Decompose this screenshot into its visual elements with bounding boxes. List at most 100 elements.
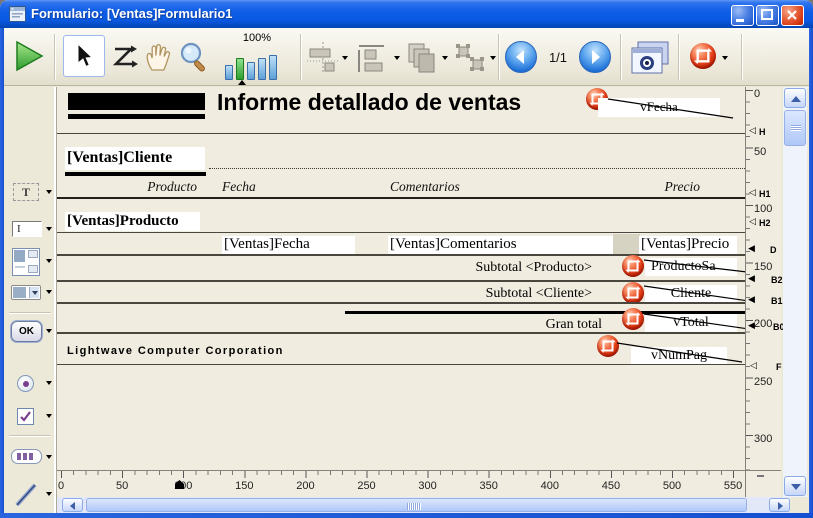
listbox-tool-dropdown-arrow[interactable]	[46, 259, 52, 263]
form-editor-window: Formulario: [Ventas]Formulario1	[0, 0, 813, 518]
resize-options-tool[interactable]	[454, 43, 486, 73]
button-tool-dropdown-arrow[interactable]	[46, 329, 52, 333]
zoom-level-bars[interactable]	[223, 46, 295, 80]
checkbox-tool-dropdown-arrow[interactable]	[46, 414, 52, 418]
zoom-level-control[interactable]: 100%	[219, 32, 295, 84]
radio-button-tool[interactable]	[17, 375, 34, 392]
align-icon	[307, 42, 339, 74]
scroll-left-button[interactable]	[62, 498, 83, 512]
zoom-bar-5[interactable]	[269, 55, 277, 80]
line-object[interactable]	[644, 286, 745, 301]
close-button[interactable]	[781, 5, 804, 26]
line-object[interactable]	[644, 314, 745, 329]
scroll-up-icon	[791, 96, 801, 102]
maximize-icon	[757, 6, 778, 25]
text-tool[interactable]: T	[13, 183, 39, 201]
thermometer-bar-icon	[17, 453, 21, 460]
listbox-tool[interactable]	[12, 248, 40, 276]
line-tool[interactable]	[13, 482, 39, 508]
previous-page-button[interactable]	[505, 41, 537, 73]
minimize-button[interactable]	[731, 5, 754, 26]
next-page-button[interactable]	[579, 41, 611, 73]
align-dropdown-arrow[interactable]	[342, 56, 348, 60]
marker-triangle-icon: ◀	[748, 296, 755, 305]
resize-dropdown-arrow[interactable]	[490, 56, 496, 60]
combobox-arrow-icon	[32, 291, 38, 295]
page-indicator: 1/1	[542, 50, 574, 65]
title-bar[interactable]: Formulario: [Ventas]Formulario1	[0, 0, 813, 28]
maximize-button[interactable]	[756, 5, 779, 26]
h-ruler-tick-label: 400	[541, 480, 559, 492]
marker-label: D	[770, 246, 777, 255]
zoom-bar-1[interactable]	[225, 65, 233, 80]
area-marker-B2[interactable]: ◀B2	[746, 275, 782, 285]
zoom-bar-4[interactable]	[258, 58, 266, 80]
toolbar-separator	[741, 34, 743, 80]
vertical-scroll-thumb[interactable]	[784, 110, 806, 146]
select-arrow-tool[interactable]	[63, 35, 105, 77]
h-ruler-tick-label: 200	[296, 480, 314, 492]
layers-icon	[406, 41, 438, 75]
combobox-tool-dropdown-arrow[interactable]	[46, 290, 52, 294]
line-objects-overlay	[57, 87, 745, 470]
palette-separator	[9, 435, 51, 437]
scroll-down-icon	[791, 484, 801, 490]
horizontal-scrollbar[interactable]	[57, 497, 790, 513]
line-tool-dropdown-arrow[interactable]	[46, 492, 52, 496]
combobox-tool[interactable]	[11, 285, 41, 300]
zoom-level-label: 100%	[219, 32, 295, 44]
scroll-right-button[interactable]	[769, 498, 790, 512]
scroll-up-button[interactable]	[784, 88, 806, 108]
area-marker-B0[interactable]: ◀B0	[746, 322, 782, 332]
line-object[interactable]	[617, 343, 742, 362]
zoom-bar-2-active[interactable]	[236, 58, 244, 80]
area-marker-H[interactable]: ◁H	[746, 127, 782, 137]
entry-order-tool[interactable]	[110, 44, 138, 75]
scroll-down-button[interactable]	[784, 476, 806, 496]
thermometer-tool-dropdown-arrow[interactable]	[46, 455, 52, 459]
align-tool[interactable]	[307, 42, 339, 74]
input-tool[interactable]: I	[12, 221, 42, 237]
zoom-bar-3[interactable]	[247, 62, 255, 80]
input-tool-dropdown-arrow[interactable]	[46, 227, 52, 231]
horizontal-scroll-thumb[interactable]	[86, 498, 747, 512]
layer-order-tool[interactable]	[406, 41, 438, 75]
radio-tool-dropdown-arrow[interactable]	[46, 381, 52, 385]
display-preview-button[interactable]	[629, 40, 671, 76]
distribute-icon	[356, 41, 390, 75]
area-marker-B1[interactable]: ◀B1	[746, 296, 782, 306]
thermometer-tool[interactable]	[11, 449, 42, 464]
form-canvas[interactable]: Informe detallado de ventas vFecha [Vent…	[57, 87, 745, 470]
toolbar-separator	[54, 34, 56, 80]
zoom-magnifier-tool[interactable]	[177, 41, 211, 78]
object-method-button[interactable]	[690, 43, 716, 69]
line-object[interactable]	[644, 260, 745, 272]
h-ruler-tick-label: 500	[663, 480, 681, 492]
area-marker-H1[interactable]: ◁H1	[746, 189, 782, 199]
marker-triangle-icon: ◀	[748, 245, 755, 254]
listbox-scroll-up-icon	[28, 250, 38, 258]
h-ruler-tick-label: 450	[602, 480, 620, 492]
button-tool[interactable]: OK	[11, 321, 42, 342]
marker-triangle-icon: ◁	[749, 189, 756, 198]
checkbox-tool[interactable]	[17, 408, 34, 425]
area-marker-H2[interactable]: ◁H2	[746, 218, 782, 228]
h-ruler-tick-label: 250	[357, 480, 375, 492]
v-ruler-tick-label: 0	[754, 88, 760, 100]
h-ruler-tick-label: 0	[58, 480, 64, 492]
method-dropdown-arrow[interactable]	[722, 56, 728, 60]
layer-dropdown-arrow[interactable]	[442, 56, 448, 60]
button-tool-label: OK	[19, 326, 34, 337]
pan-hand-tool[interactable]	[142, 42, 174, 77]
scroll-left-icon	[70, 502, 75, 510]
text-tool-dropdown-arrow[interactable]	[46, 190, 52, 194]
distribute-dropdown-arrow[interactable]	[394, 56, 400, 60]
ruler-corner-box	[745, 470, 781, 497]
area-marker-F[interactable]: ◁F	[746, 362, 782, 372]
area-marker-D[interactable]: ◀D	[746, 245, 782, 255]
radio-dot-icon	[23, 381, 29, 387]
vertical-scrollbar[interactable]	[783, 87, 807, 497]
line-object[interactable]	[608, 99, 733, 118]
execute-form-button[interactable]	[12, 39, 46, 78]
distribute-tool[interactable]	[356, 41, 390, 75]
